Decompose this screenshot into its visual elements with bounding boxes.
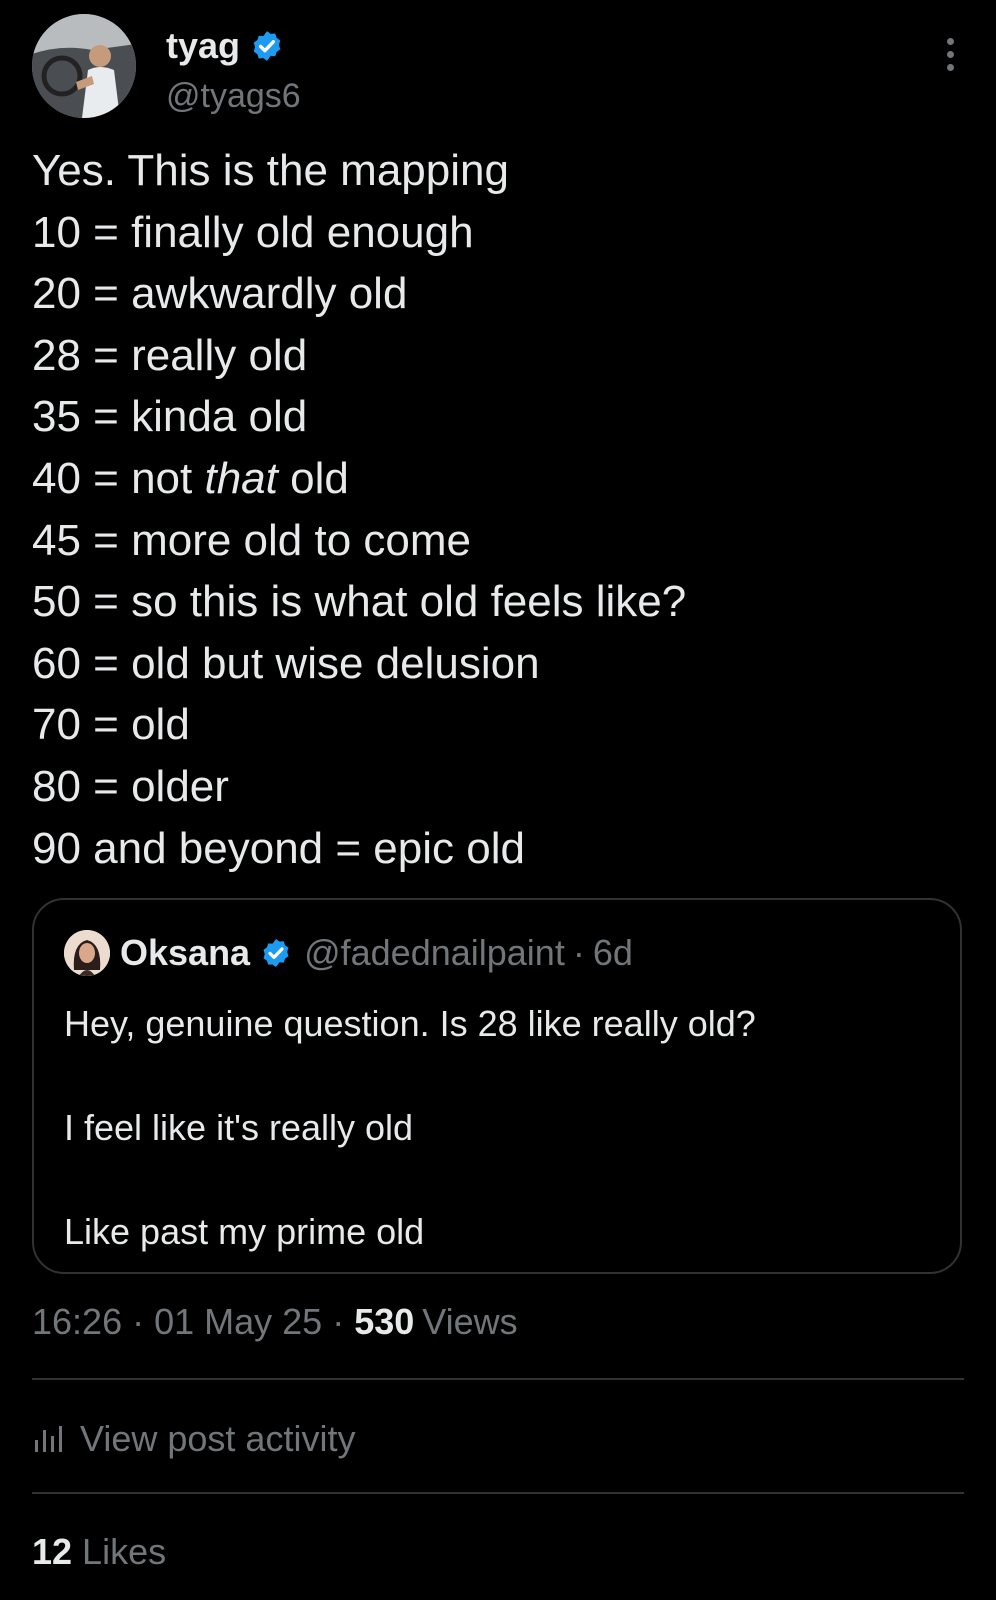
tweet-line: 50 = so this is what old feels like?	[32, 577, 687, 627]
quoted-paragraph: Like past my prime old	[64, 1211, 425, 1252]
tweet-line: 80 = older	[32, 761, 229, 811]
quoted-tweet-time[interactable]: 6d	[593, 932, 633, 974]
view-post-activity-button[interactable]: View post activity	[32, 1414, 355, 1464]
bar-chart-icon	[35, 1426, 62, 1452]
person-driving-car-photo-icon	[32, 14, 136, 118]
tweet-line: 90 and beyond = epic old	[32, 823, 525, 873]
verified-badge-icon	[253, 31, 281, 61]
tweet-line-40-prefix: 40 = not	[32, 453, 205, 503]
likes-label: Likes	[82, 1531, 167, 1572]
tweet-line: 60 = old but wise delusion	[32, 638, 540, 688]
quoted-tweet-header: Oksana @fadednailpaint · 6d	[64, 930, 633, 976]
separator-dot: ·	[332, 1301, 345, 1342]
author-handle[interactable]: @tyags6	[166, 76, 301, 116]
quoted-author-name[interactable]: Oksana	[120, 932, 250, 974]
woman-cartoon-avatar-icon	[64, 930, 110, 976]
tweet-meta: 16:26 · 01 May 25 · 530 Views	[32, 1300, 518, 1344]
quoted-paragraph: Hey, genuine question. Is 28 like really…	[64, 1003, 756, 1044]
tweet-line: 70 = old	[32, 700, 190, 750]
separator-dot: ·	[572, 932, 585, 973]
tweet-line: 20 = awkwardly old	[32, 269, 408, 319]
tweet-line: 45 = more old to come	[32, 515, 472, 565]
author-name-row: tyag	[166, 24, 284, 68]
author-avatar[interactable]	[32, 14, 136, 118]
quoted-author-handle[interactable]: @fadednailpaint	[304, 932, 565, 974]
quoted-tweet-text: Hey, genuine question. Is 28 like really…	[64, 998, 934, 1258]
likes-link[interactable]: 12 Likes	[32, 1530, 166, 1574]
quoted-paragraph: I feel like it's really old	[64, 1107, 414, 1148]
divider	[32, 1378, 964, 1380]
tweet-line-40-italic: that	[204, 453, 278, 503]
tweet-line: Yes. This is the mapping	[32, 146, 509, 195]
view-post-activity-label: View post activity	[80, 1418, 356, 1459]
tweet-time[interactable]: 16:26	[32, 1300, 122, 1344]
tweet-header: tyag @tyags6	[32, 14, 964, 120]
tweet-line: 28 = really old	[32, 330, 308, 380]
quoted-author-avatar[interactable]	[64, 930, 110, 976]
likes-count: 12	[32, 1531, 73, 1572]
quoted-tweet-card[interactable]: Oksana @fadednailpaint · 6d Hey, genuine…	[32, 898, 962, 1274]
separator-dot: ·	[132, 1301, 145, 1342]
tweet-line: 35 = kinda old	[32, 392, 308, 442]
more-options-icon[interactable]	[936, 38, 964, 78]
author-display-name[interactable]: tyag	[166, 24, 240, 68]
divider	[32, 1492, 964, 1494]
tweet-line: 10 = finally old enough	[32, 207, 474, 257]
tweet-line-40-suffix: old	[277, 453, 349, 503]
tweet-line-40: 40 = not that old	[32, 448, 962, 510]
verified-badge-icon	[263, 939, 289, 967]
views-count: 530	[354, 1301, 415, 1342]
tweet-date[interactable]: 01 May 25	[154, 1300, 322, 1344]
views-label: Views	[422, 1301, 518, 1342]
tweet-text: Yes. This is the mapping 10 = finally ol…	[32, 140, 962, 879]
